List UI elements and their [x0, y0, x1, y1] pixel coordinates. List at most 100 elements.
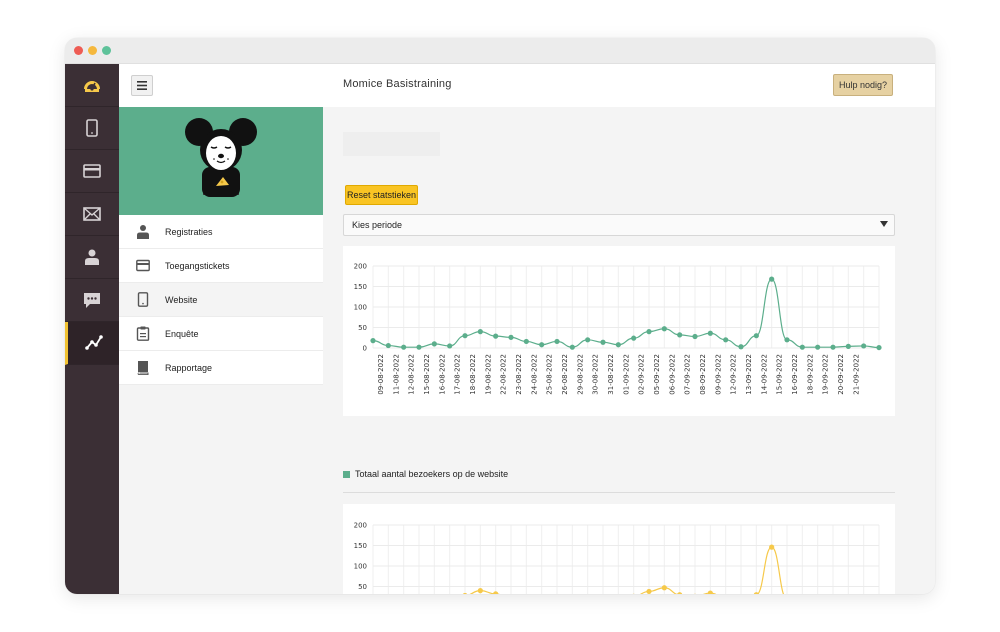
x-tick-label: 29-08-2022 [576, 354, 584, 395]
x-tick-label: 07-09-2022 [684, 354, 692, 395]
data-point [646, 588, 652, 594]
x-tick-label: 14-09-2022 [760, 354, 768, 395]
comparison-chart-card: 05010015020009-08-202211-08-202212-08-20… [343, 504, 895, 594]
dashboard-icon [84, 81, 100, 92]
data-point [646, 329, 652, 335]
chart-grid: 0 50 100 150 200 [354, 263, 880, 353]
data-point [677, 332, 683, 338]
sidebar-item-enquete[interactable]: Enquête [119, 317, 323, 351]
data-point [508, 334, 514, 340]
minimize-window-icon[interactable] [88, 46, 97, 55]
x-tick-label: 22-08-2022 [500, 354, 508, 395]
x-tick-label: 15-09-2022 [776, 354, 784, 395]
close-window-icon[interactable] [74, 46, 83, 55]
sidebar-item-label: Enquête [165, 328, 199, 339]
y-tick-label: 100 [354, 563, 367, 571]
x-tick-label: 30-08-2022 [592, 354, 600, 395]
chart-legend[interactable]: Totaal aantal bezoekers op de website [343, 469, 508, 479]
y-tick-label: 200 [354, 263, 367, 271]
user-icon [137, 225, 149, 239]
x-tick-label: 09-09-2022 [714, 354, 722, 395]
sidebar-nav: Registraties Toegangstickets Website Enq… [119, 215, 323, 385]
data-point [600, 339, 606, 345]
x-tick-label: 11-08-2022 [392, 354, 400, 395]
x-tick-label: 02-09-2022 [638, 354, 646, 395]
reset-statistics-button[interactable]: Reset statstieken [345, 185, 418, 205]
rail-item-statistics[interactable] [65, 322, 119, 365]
x-tick-label: 26-08-2022 [561, 354, 569, 395]
x-tick-label: 18-08-2022 [469, 354, 477, 395]
data-point [707, 590, 713, 594]
data-point [677, 592, 683, 594]
y-tick-label: 150 [354, 542, 367, 550]
sidebar-item-toegangstickets[interactable]: Toegangstickets [119, 249, 323, 283]
rail-item-chat[interactable] [65, 279, 119, 322]
data-point [692, 333, 698, 340]
user-icon [85, 249, 99, 265]
secondary-panel: Registraties Toegangstickets Website Enq… [119, 64, 323, 594]
hamburger-icon [137, 81, 147, 90]
data-point [401, 344, 407, 350]
legend-swatch [343, 470, 350, 478]
y-tick-label: 100 [354, 304, 367, 312]
top-bar: Momice Basistraining Hulp nodig? [323, 64, 935, 107]
help-button[interactable]: Hulp nodig? [833, 74, 893, 96]
x-tick-label: 16-08-2022 [438, 354, 446, 395]
data-point [539, 342, 545, 348]
visitors-chart-card: 0 50 100 150 200 09-08-2022 11-08-2022 12-08-20… [343, 246, 895, 416]
rail-item-app[interactable] [65, 107, 119, 150]
data-point [738, 344, 744, 350]
sidebar-item-website[interactable]: Website [119, 283, 323, 317]
sidebar-item-label: Rapportage [165, 362, 213, 373]
x-tick-label: 19-09-2022 [822, 354, 830, 395]
app-window: Registraties Toegangstickets Website Enq… [65, 38, 935, 594]
ticket-card-icon [83, 164, 101, 178]
data-point [477, 329, 483, 335]
period-select[interactable]: Kies periode [343, 214, 895, 236]
sidebar-item-label: Registraties [165, 226, 213, 237]
y-tick-label: 150 [354, 283, 367, 291]
page-title: Momice Basistraining [343, 78, 452, 90]
data-point [493, 591, 499, 594]
ticket-card-icon [136, 259, 150, 272]
event-banner [119, 107, 323, 215]
x-tick-label: 16-09-2022 [791, 354, 799, 395]
data-point [830, 344, 836, 350]
rail-item-dashboard[interactable] [65, 64, 119, 107]
panel-header [119, 64, 323, 107]
rail-item-mail[interactable] [65, 193, 119, 236]
data-point [845, 343, 851, 349]
window-titlebar [65, 38, 935, 64]
data-point [585, 337, 591, 343]
rail-item-tickets[interactable] [65, 150, 119, 193]
x-tick-label: 08-09-2022 [699, 354, 707, 395]
mouse-mascot-illustration [185, 118, 257, 197]
data-point [493, 333, 499, 339]
x-tick-label: 23-08-2022 [515, 354, 523, 395]
x-tick-label: 12-08-2022 [408, 354, 416, 395]
tablet-icon [137, 292, 149, 307]
title-placeholder [343, 132, 440, 156]
sidebar-item-rapportage[interactable]: Rapportage [119, 351, 323, 385]
data-point [631, 335, 637, 341]
data-point [554, 338, 560, 345]
rail-item-registrations[interactable] [65, 236, 119, 279]
y-tick-label: 0 [363, 345, 367, 353]
data-point [477, 588, 483, 594]
book-icon [137, 361, 149, 375]
x-tick-label: 24-08-2022 [530, 354, 538, 395]
data-point [753, 592, 759, 594]
menu-toggle-button[interactable] [131, 75, 153, 96]
x-tick-label: 17-08-2022 [454, 354, 462, 395]
sidebar-item-registraties[interactable]: Registraties [119, 215, 323, 249]
data-point [799, 344, 805, 350]
series-line-0 [372, 278, 880, 349]
data-point [431, 341, 437, 347]
data-point [615, 342, 621, 348]
y-tick-label: 50 [358, 324, 367, 332]
data-point [569, 344, 575, 350]
x-tick-label: 13-09-2022 [745, 354, 753, 395]
divider [343, 492, 895, 493]
maximize-window-icon[interactable] [102, 46, 111, 55]
statistics-icon [84, 335, 103, 350]
